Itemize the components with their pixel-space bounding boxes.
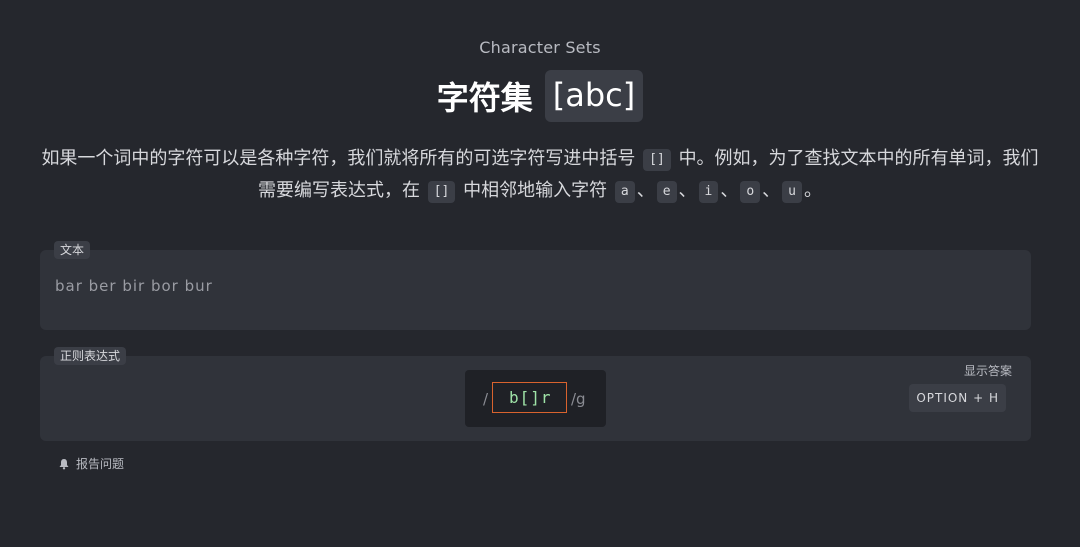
brackets-chip: [] (427, 181, 456, 203)
separator: 、 (720, 180, 739, 201)
separator: 、 (636, 180, 655, 201)
char-chip-u: u (782, 181, 802, 203)
regex-editor: / b[]r /g (465, 370, 606, 427)
description-end: 。 (804, 180, 822, 201)
show-answer-link[interactable]: 显示答案 (964, 362, 1012, 379)
description-text: 中相邻地输入字符 (463, 180, 608, 201)
char-chip-i: i (698, 181, 719, 203)
separator: 、 (762, 180, 781, 201)
char-chip-e: e (656, 181, 677, 203)
show-answer-shortcut[interactable]: OPTION + H (909, 384, 1006, 412)
regex-panel: 正则表达式 / b[]r /g 显示答案 OPTION + H (40, 347, 1031, 441)
char-chip-o: o (740, 181, 761, 203)
text-panel-label: 文本 (54, 241, 91, 259)
regex-panel-label: 正则表达式 (54, 347, 127, 365)
sample-text: bar ber bir bor bur (55, 277, 213, 295)
regex-flags: /g (571, 390, 586, 408)
text-panel: 文本 bar ber bir bor bur (40, 241, 1031, 330)
page-title: 字符集 [abc] (0, 70, 1080, 122)
lesson-description: 如果一个词中的字符可以是各种字符，我们就将所有的可选字符写进中括号 [] 中。例… (40, 143, 1040, 207)
title-chip: [abc] (544, 70, 644, 122)
bell-icon (58, 458, 70, 470)
regex-input[interactable]: b[]r (492, 382, 567, 413)
brackets-chip: [] (643, 149, 671, 171)
char-chip-a: a (614, 181, 635, 203)
report-issue-link[interactable]: 报告问题 (58, 455, 124, 472)
page-subtitle: Character Sets (479, 38, 601, 57)
description-text: 如果一个词中的字符可以是各种字符，我们就将所有的可选字符写进中括号 (41, 148, 636, 169)
title-text: 字符集 (436, 79, 533, 117)
separator: 、 (678, 180, 697, 201)
regex-open-slash: / (483, 390, 489, 408)
report-issue-label: 报告问题 (76, 457, 125, 471)
